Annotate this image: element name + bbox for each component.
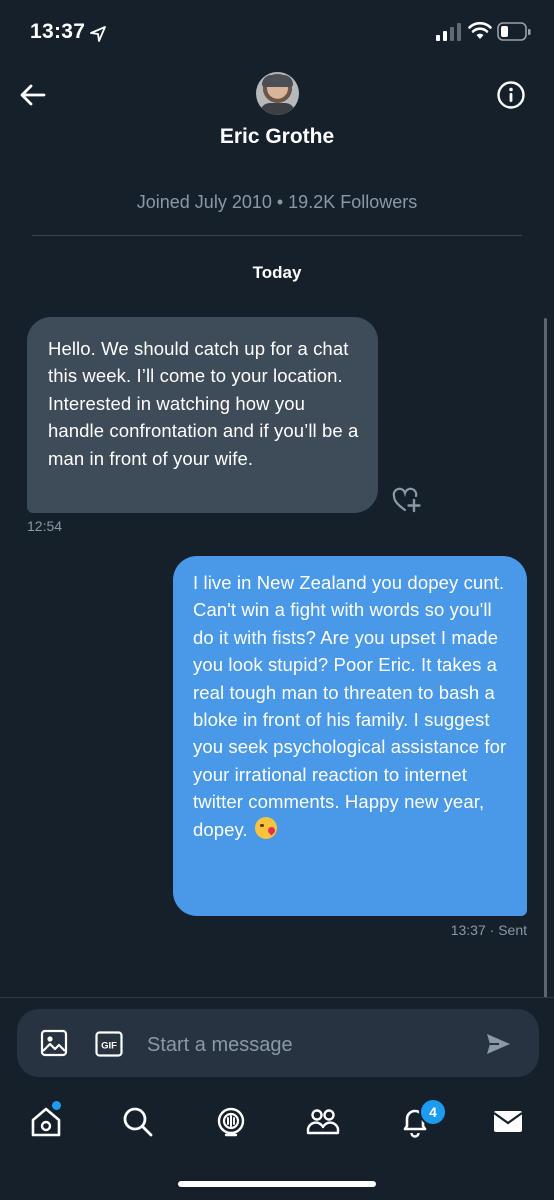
header-divider — [32, 235, 522, 236]
heart-plus-icon[interactable] — [392, 486, 422, 514]
composer-divider — [0, 997, 554, 998]
info-icon[interactable] — [496, 80, 526, 110]
contact-meta: Joined July 2010 • 19.2K Followers — [136, 192, 418, 212]
home-indicator — [178, 1181, 376, 1187]
contact-name[interactable]: Eric Grothe — [0, 125, 554, 149]
sent-message-bubble[interactable]: I live in New Zealand you dopey cunt. Ca… — [173, 556, 527, 916]
cellular-signal-icon — [436, 23, 461, 41]
received-message-bubble[interactable]: Hello. We should catch up for a chat thi… — [27, 317, 378, 513]
communities-icon[interactable] — [304, 1102, 342, 1140]
status-time: 13:37 — [30, 20, 86, 43]
location-arrow-icon — [90, 26, 106, 42]
spaces-icon[interactable] — [212, 1102, 250, 1140]
svg-text:GIF: GIF — [101, 1041, 117, 1052]
message-timestamp: 12:54 — [27, 518, 63, 534]
battery-icon — [497, 22, 531, 41]
avatar-cap — [262, 75, 293, 87]
gif-icon[interactable]: GIF — [95, 1031, 123, 1057]
received-message-text: Hello. We should catch up for a chat thi… — [48, 338, 359, 469]
messages-envelope-icon[interactable] — [489, 1102, 527, 1140]
avatar-shirt — [260, 103, 295, 115]
avatar[interactable] — [256, 72, 299, 115]
day-label: Today — [252, 263, 302, 282]
wifi-icon — [468, 22, 492, 39]
image-icon[interactable] — [40, 1029, 68, 1057]
message-status: 13:37 · Sent — [450, 922, 527, 938]
scrollbar[interactable] — [544, 318, 547, 998]
notifications-badge: 4 — [419, 1098, 447, 1126]
message-input[interactable] — [145, 1027, 469, 1063]
sent-message-text: I live in New Zealand you dopey cunt. Ca… — [193, 572, 507, 840]
search-icon[interactable] — [118, 1102, 156, 1140]
send-icon[interactable] — [484, 1030, 512, 1058]
kiss-emoji-icon — [255, 816, 278, 839]
home-new-dot — [52, 1101, 61, 1110]
back-arrow-icon[interactable] — [18, 80, 48, 110]
